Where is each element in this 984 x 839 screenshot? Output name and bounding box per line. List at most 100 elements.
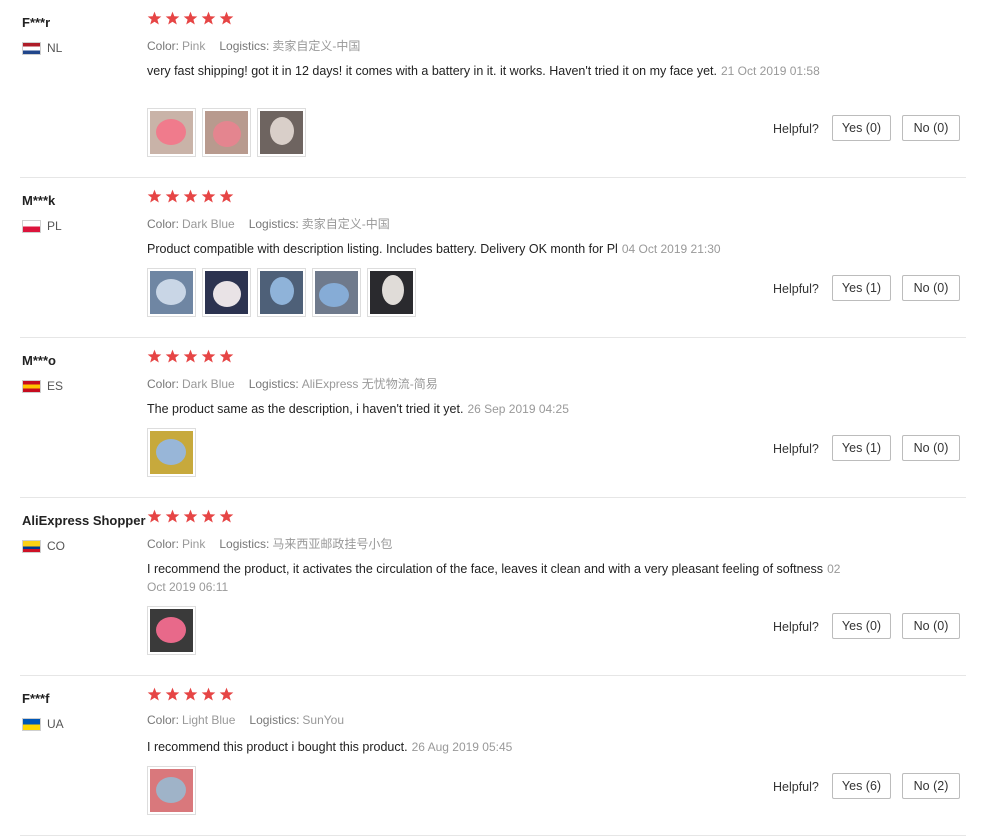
reviewer-name: F***r [22, 15, 51, 30]
color-label: Color: [147, 537, 180, 551]
blue-brush-photo [150, 271, 193, 314]
review-text: I recommend this product i bought this p… [147, 740, 408, 754]
ua-flag-icon [22, 717, 41, 731]
star-rating [147, 509, 237, 524]
helpful-label: Helpful? [773, 442, 819, 456]
review-photo-thumbnail[interactable] [147, 606, 196, 655]
star-rating [147, 11, 237, 26]
review-photo-thumbnail[interactable] [312, 268, 361, 317]
pl-flag-icon [22, 219, 41, 233]
star-rating [147, 349, 237, 364]
review-photo-thumbnail[interactable] [257, 268, 306, 317]
review-text-block: I recommend this product i bought this p… [147, 738, 857, 756]
logistics-value: SunYou [302, 713, 345, 727]
review-text-block: very fast shipping! got it in 12 days! i… [147, 62, 857, 80]
star-icon [219, 189, 234, 203]
logistics-label: Logistics: [219, 39, 270, 53]
star-icon [201, 687, 216, 701]
review-photo-thumbnail[interactable] [147, 268, 196, 317]
star-icon [183, 189, 198, 203]
star-icon [147, 189, 162, 203]
reviewer-name: M***k [22, 193, 56, 208]
helpful-yes-button[interactable]: Yes (1) [832, 435, 891, 461]
review-photo-thumbnail[interactable] [367, 268, 416, 317]
star-icon [201, 509, 216, 523]
color-label: Color: [147, 217, 180, 231]
review-date: 26 Sep 2019 04:25 [467, 402, 569, 416]
review-text-block: Product compatible with description list… [147, 240, 857, 258]
star-icon [219, 349, 234, 363]
review-text-block: I recommend the product, it activates th… [147, 560, 857, 596]
review-attributes: Color: Light Blue Logistics: SunYou [147, 713, 344, 727]
blue-brush-photo [150, 431, 193, 474]
es-flag-icon [22, 379, 41, 393]
review-photo-thumbnail[interactable] [202, 268, 251, 317]
review-divider [20, 835, 966, 836]
review-photo-thumbnail[interactable] [147, 428, 196, 477]
helpful-no-button[interactable]: No (0) [902, 435, 960, 461]
reviewer-country: PL [22, 218, 62, 234]
review-text: Product compatible with description list… [147, 242, 618, 256]
helpful-label: Helpful? [773, 620, 819, 634]
star-icon [201, 11, 216, 25]
review-photos [147, 766, 202, 815]
color-label: Color: [147, 377, 180, 391]
helpful-no-button[interactable]: No (0) [902, 115, 960, 141]
review-divider [20, 337, 966, 338]
country-code: UA [47, 717, 64, 731]
reviewer-name: F***f [22, 691, 50, 706]
helpful-yes-button[interactable]: Yes (6) [832, 773, 891, 799]
pink-brush-photo [205, 111, 248, 154]
logistics-label: Logistics: [249, 713, 300, 727]
country-code: PL [47, 219, 62, 233]
helpful-no-button[interactable]: No (0) [902, 613, 960, 639]
color-value: Pink [182, 39, 206, 53]
review-attributes: Color: Pink Logistics: 卖家自定义-中国 [147, 37, 360, 54]
blue-brush-photo [260, 271, 303, 314]
review-photo-thumbnail[interactable] [257, 108, 306, 157]
star-rating [147, 189, 237, 204]
pink-brush-photo [150, 111, 193, 154]
helpful-label: Helpful? [773, 780, 819, 794]
star-icon [165, 509, 180, 523]
star-icon [219, 687, 234, 701]
review-divider [20, 177, 966, 178]
helpful-yes-button[interactable]: Yes (1) [832, 275, 891, 301]
pink-brush-photo [150, 609, 193, 652]
helpful-no-button[interactable]: No (0) [902, 275, 960, 301]
star-icon [183, 687, 198, 701]
review-photos [147, 606, 202, 655]
reviewer-country: CO [22, 538, 65, 554]
logistics-value: 马来西亚邮政挂号小包 [272, 537, 393, 551]
star-icon [165, 349, 180, 363]
star-icon [165, 11, 180, 25]
light-blue-brush-photo [150, 769, 193, 812]
review-date: 04 Oct 2019 21:30 [621, 242, 721, 256]
brush-back-photo [370, 271, 413, 314]
star-rating [147, 687, 237, 702]
review-photo-thumbnail[interactable] [202, 108, 251, 157]
color-value: Dark Blue [182, 377, 235, 391]
helpful-label: Helpful? [773, 122, 819, 136]
star-icon [147, 349, 162, 363]
color-value: Dark Blue [182, 217, 235, 231]
logistics-value: 卖家自定义-中国 [301, 217, 390, 231]
review-text: very fast shipping! got it in 12 days! i… [147, 64, 717, 78]
helpful-yes-button[interactable]: Yes (0) [832, 613, 891, 639]
helpful-no-button[interactable]: No (2) [902, 773, 960, 799]
review-photo-thumbnail[interactable] [147, 108, 196, 157]
star-icon [165, 189, 180, 203]
review-text: The product same as the description, i h… [147, 402, 464, 416]
reviewer-country: NL [22, 40, 62, 56]
blue-brush-photo [315, 271, 358, 314]
co-flag-icon [22, 539, 41, 553]
country-code: NL [47, 41, 63, 55]
review-photo-thumbnail[interactable] [147, 766, 196, 815]
country-code: ES [47, 379, 64, 393]
star-icon [219, 11, 234, 25]
star-icon [183, 11, 198, 25]
review-text: I recommend the product, it activates th… [147, 562, 824, 576]
helpful-yes-button[interactable]: Yes (0) [832, 115, 891, 141]
color-label: Color: [147, 713, 180, 727]
package-photo [260, 111, 303, 154]
